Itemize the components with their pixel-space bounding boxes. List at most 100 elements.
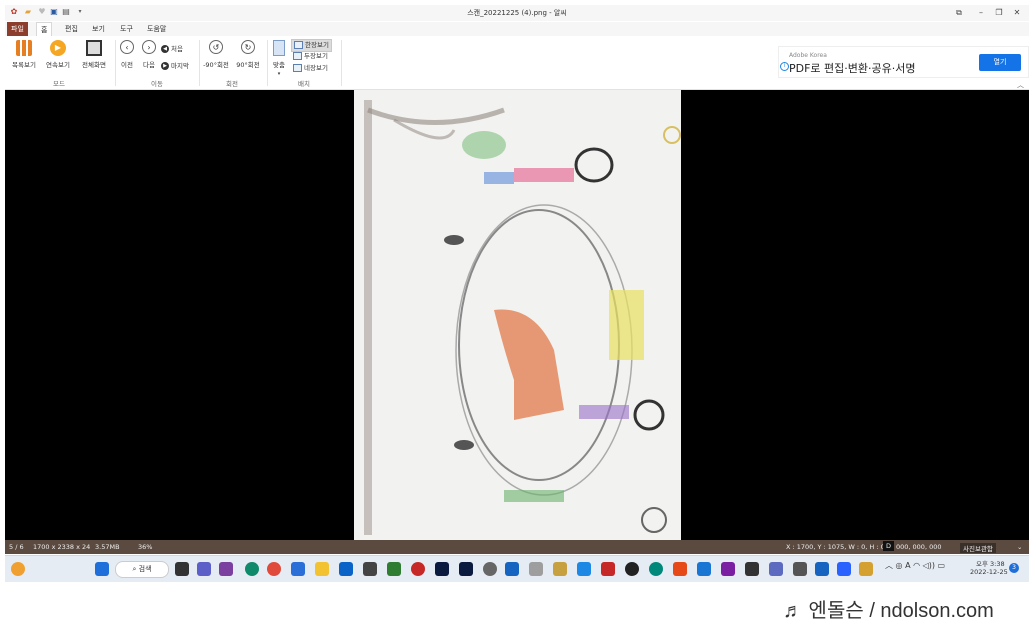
image-viewer[interactable]	[5, 90, 1029, 540]
scanned-drawing-image	[354, 90, 681, 540]
play-icon: ▶	[50, 40, 66, 56]
tab-help[interactable]: 도움말	[143, 22, 170, 36]
image-dimensions: 1700 x 2338 x 24	[33, 543, 91, 551]
clock-date[interactable]: 2022-12-25	[970, 568, 1008, 576]
clock-time[interactable]: 오후 3:38	[976, 558, 1005, 568]
app-black-icon[interactable]	[625, 562, 639, 576]
cursor-coords: X : 1700, Y : 1075, W : 0, H : 0	[786, 543, 885, 551]
file-explorer-icon[interactable]	[315, 562, 329, 576]
rotate-left-icon: ↺	[209, 40, 223, 54]
grid-icon	[16, 40, 32, 56]
tab-file[interactable]: 파일	[7, 22, 28, 36]
mail-icon[interactable]	[339, 562, 353, 576]
slideshow-button[interactable]: ▶ 연속보기	[41, 40, 75, 69]
chrome-icon[interactable]	[267, 562, 281, 576]
onenote-icon[interactable]	[219, 562, 233, 576]
ad-banner[interactable]: i Adobe Korea PDF로 편집·변환·공유·서명 열기	[778, 46, 1029, 78]
collapse-ribbon-icon[interactable]: ︿	[1017, 80, 1024, 90]
layout-double-option[interactable]: 두장보기	[291, 51, 330, 62]
first-button[interactable]: ◀ 처음	[161, 43, 183, 53]
separator	[199, 40, 200, 86]
windows-start-icon[interactable]	[95, 562, 109, 576]
filezilla-icon[interactable]	[601, 562, 615, 576]
app-red-icon[interactable]	[411, 562, 425, 576]
powerpoint-icon[interactable]	[673, 562, 687, 576]
taskbar: ⌕ 검색 ︿ ◎ A ◠ ◁)) ▭ 오후 3:38 2022-12-25 3	[5, 555, 1029, 582]
rotate-ccw-label: -90°회전	[203, 61, 229, 69]
photoshop-icon[interactable]	[435, 562, 449, 576]
settings-icon[interactable]	[769, 562, 783, 576]
app-blue-2-icon[interactable]	[577, 562, 591, 576]
slideshow-label: 연속보기	[46, 61, 70, 69]
app-gray-icon[interactable]	[529, 562, 543, 576]
prev-button[interactable]: ‹ 이전	[117, 40, 137, 69]
tray-icons[interactable]: ︿ ◎ A ◠ ◁)) ▭	[885, 560, 945, 571]
excel-icon[interactable]	[387, 562, 401, 576]
app-circle-icon[interactable]	[483, 562, 497, 576]
fit-button[interactable]: 맞춤 ▾	[269, 40, 289, 77]
separator	[115, 40, 116, 86]
taskbar-search[interactable]: ⌕ 검색	[115, 561, 169, 578]
first-label: 처음	[171, 45, 183, 53]
close-icon[interactable]: ✕	[1007, 6, 1027, 20]
watermark: ♬ 엔돌슨 / ndolson.com	[783, 600, 994, 622]
app-blue-icon[interactable]	[505, 562, 519, 576]
layout-quad-option[interactable]: 네장보기	[291, 63, 330, 74]
fit-icon	[273, 40, 285, 56]
next-button[interactable]: › 다음	[139, 40, 159, 69]
photoshop-2-icon[interactable]	[459, 562, 473, 576]
app-blue-4-icon[interactable]	[837, 562, 851, 576]
app-blue-3-icon[interactable]	[697, 562, 711, 576]
color-value: 000, 000, 000	[896, 543, 942, 551]
app-gold-icon[interactable]	[553, 562, 567, 576]
edge-icon[interactable]	[245, 562, 259, 576]
chevron-down-icon[interactable]: ⌄	[1017, 543, 1022, 551]
rotate-ccw-button[interactable]: ↺ -90°회전	[201, 40, 231, 69]
color-label: D	[883, 541, 895, 551]
fit-label: 맞춤	[273, 61, 285, 69]
last-button[interactable]: ▶ 마지막	[161, 60, 189, 70]
quad-page-icon	[293, 64, 302, 72]
file-size: 3.57MB	[95, 543, 120, 551]
notification-badge[interactable]: 3	[1009, 563, 1019, 573]
rotate-cw-label: 90°회전	[236, 61, 260, 69]
maximize-icon[interactable]: ❐	[989, 6, 1009, 20]
info-icon[interactable]: i	[780, 62, 789, 71]
printer-icon[interactable]	[793, 562, 807, 576]
group-layout-label: 배치	[298, 80, 310, 88]
minimize-icon[interactable]: –	[971, 6, 991, 20]
ad-open-button[interactable]: 열기	[979, 54, 1021, 71]
alsee-icon[interactable]	[859, 562, 873, 576]
app-dark-icon[interactable]	[745, 562, 759, 576]
fullscreen-button[interactable]: 전체화면	[77, 40, 111, 69]
restore-icon[interactable]: ⧉	[949, 6, 969, 20]
ad-text: PDF로 편집·변환·공유·서명	[789, 62, 916, 75]
layout-double-label: 두장보기	[304, 52, 328, 60]
group-mode-label: 모드	[53, 80, 65, 88]
group-move-label: 이동	[151, 80, 163, 88]
list-view-button[interactable]: 목록보기	[7, 40, 41, 69]
rotate-cw-button[interactable]: ↻ 90°회전	[233, 40, 263, 69]
task-view-icon[interactable]	[175, 562, 189, 576]
last-label: 마지막	[171, 62, 189, 70]
tab-home[interactable]: 홈	[36, 22, 53, 36]
visual-studio-icon[interactable]	[721, 562, 735, 576]
tab-edit[interactable]: 편집	[61, 22, 82, 36]
list-view-label: 목록보기	[12, 61, 36, 69]
ad-brand: Adobe Korea	[789, 52, 827, 59]
chat-icon[interactable]	[197, 562, 211, 576]
first-icon: ◀	[161, 45, 169, 53]
chevron-right-icon: ›	[142, 40, 156, 54]
tab-view[interactable]: 보기	[88, 22, 109, 36]
photo-archive-button[interactable]: 사진보관함	[960, 543, 996, 553]
next-label: 다음	[143, 61, 155, 69]
weather-icon[interactable]	[11, 562, 25, 576]
calculator-icon[interactable]	[363, 562, 377, 576]
single-page-icon	[294, 41, 303, 49]
word-icon[interactable]	[815, 562, 829, 576]
group-rotate-label: 회전	[226, 80, 238, 88]
store-icon[interactable]	[291, 562, 305, 576]
app-teal-icon[interactable]	[649, 562, 663, 576]
tab-tools[interactable]: 도구	[116, 22, 137, 36]
search-label: 검색	[138, 565, 152, 573]
